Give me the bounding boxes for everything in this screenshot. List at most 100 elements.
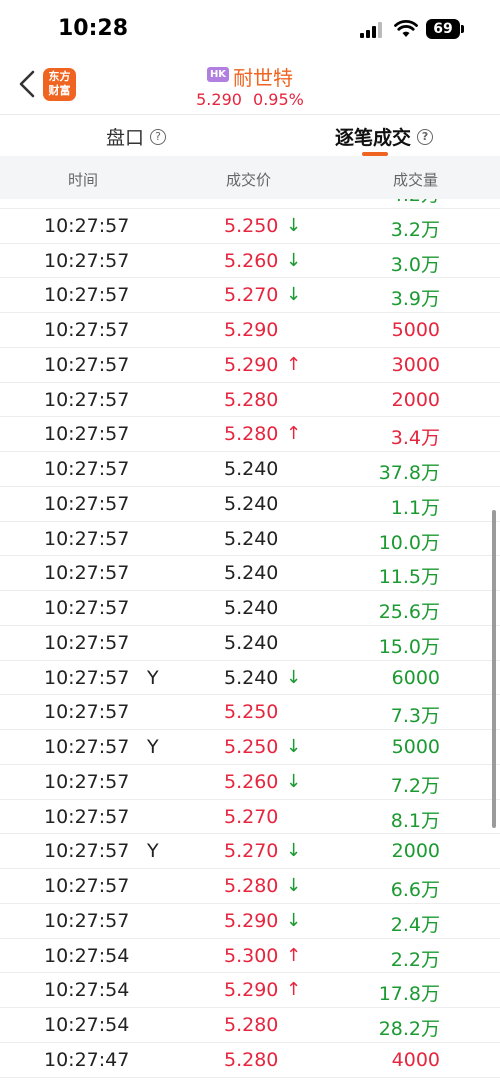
trade-time: 10:27:57 — [44, 388, 130, 411]
trade-time: 10:27:57 — [44, 319, 130, 341]
trade-price: 5.250 — [224, 701, 279, 724]
trade-row: 10:27:57 5.280 2000 — [0, 383, 500, 418]
column-header-time: 时间 — [68, 171, 99, 189]
trade-row: 10:27:57 Y 5.250 5000 ↓ — [0, 730, 500, 765]
arrow-down-icon: ↓ — [286, 666, 302, 688]
trade-row: 10:27:57 Y 5.270 2000 ↓ — [0, 834, 500, 869]
trade-flag: Y — [147, 736, 159, 758]
trade-row: 10:27:54 5.280 28.2万 — [0, 1008, 500, 1043]
arrow-down-icon: ↓ — [286, 284, 302, 306]
trade-price: 5.240 — [224, 597, 279, 619]
arrow-up-icon: ↑ — [286, 944, 302, 966]
trade-row: 10:27:54 5.300 2.2万 ↑ — [0, 939, 500, 974]
trade-row: 10:27:57 5.250 3.2万 ↓ — [0, 209, 500, 244]
trade-row: 10:27:47 5.280 4000 — [0, 1043, 500, 1078]
trade-list[interactable]: 10:27:575.2504.2万10:27:575.2503.2万↓10:27… — [0, 199, 500, 1083]
scrollbar[interactable] — [492, 510, 496, 828]
help-icon[interactable]: ? — [150, 128, 167, 145]
trade-flag: Y — [147, 666, 159, 689]
trade-time: 10:27:54 — [44, 944, 130, 967]
trade-volume: 2.4万 — [390, 913, 440, 936]
stock-quote: 5.290 0.95% — [0, 90, 500, 109]
trade-time: 10:27:57 — [44, 666, 130, 689]
trade-row: 10:27:57 5.240 25.6万 — [0, 591, 500, 626]
trade-row: 10:27:57 5.280 3.4万 ↑ — [0, 417, 500, 452]
tab-tick-trades[interactable]: 逐笔成交? — [335, 123, 434, 150]
trade-time: 10:27:57 — [44, 909, 130, 932]
arrow-down-icon: ↓ — [286, 249, 302, 271]
trade-time: 10:27:57 — [44, 562, 130, 585]
trade-row: 10:27:57 5.290 3000 ↑ — [0, 348, 500, 383]
arrow-down-icon: ↓ — [286, 736, 302, 757]
trade-price: 5.280 — [224, 388, 279, 411]
trade-row: 10:27:57 5.280 6.6万 ↓ — [0, 869, 500, 904]
trade-volume: 6000 — [391, 666, 440, 689]
trade-volume: 3.2万 — [390, 218, 440, 241]
trade-volume: 3000 — [391, 353, 440, 376]
stock-title: HK 耐世特 — [0, 62, 500, 91]
arrow-down-icon: ↓ — [286, 875, 302, 896]
stock-header: 东方 财富 HK 耐世特 5.290 0.95% — [0, 60, 500, 114]
trade-price: 5.240 — [224, 492, 279, 515]
trade-volume: 7.3万 — [390, 705, 440, 728]
trade-volume: 7.2万 — [390, 774, 440, 797]
trade-price: 5.290 — [224, 353, 279, 376]
arrow-down-icon: ↓ — [286, 909, 302, 931]
trade-volume: 2000 — [391, 840, 440, 863]
trade-price: 5.290 — [224, 979, 279, 1002]
trade-time: 10:27:47 — [44, 1048, 130, 1071]
trade-time: 10:27:57 — [44, 492, 130, 515]
arrow-up-icon: ↑ — [286, 353, 302, 375]
trade-price: 5.240 — [224, 527, 279, 550]
trade-row: 10:27:57 5.240 37.8万 — [0, 452, 500, 487]
trade-time: 10:27:57 — [44, 875, 130, 897]
trade-time: 10:27:54 — [44, 979, 130, 1002]
trade-volume: 8.1万 — [390, 809, 440, 832]
arrow-up-icon: ↑ — [286, 979, 302, 1001]
trade-row: 10:27:57 5.250 4.2万 — [0, 199, 500, 209]
trade-row: 10:27:57 5.290 2.4万 ↓ — [0, 904, 500, 939]
trade-time: 10:27:57 — [44, 805, 130, 828]
trade-volume: 15.0万 — [378, 635, 440, 658]
trade-volume: 3.9万 — [390, 288, 440, 311]
column-header-price: 成交价 — [226, 171, 272, 189]
arrow-up-icon: ↑ — [286, 423, 302, 445]
trade-price: 5.280 — [224, 1014, 279, 1036]
wifi-icon — [394, 20, 418, 37]
trade-row: 10:27:57 5.250 7.3万 — [0, 695, 500, 730]
help-icon[interactable]: ? — [417, 128, 434, 145]
trade-price: 5.260 — [224, 249, 279, 272]
trade-time: 10:27:57 — [44, 527, 130, 550]
column-header-volume: 成交量 — [393, 171, 439, 189]
trade-time: 10:27:57 — [44, 701, 130, 724]
trade-volume: 10.0万 — [378, 531, 440, 554]
trade-time: 10:27:57 — [44, 353, 130, 376]
trade-time: 10:27:57 — [44, 597, 130, 619]
arrow-down-icon: ↓ — [286, 770, 302, 792]
arrow-down-icon: ↓ — [286, 840, 302, 862]
status-time: 10:28 — [58, 16, 129, 41]
tab-order-book-label: 盘口 — [106, 127, 145, 149]
trade-price: 5.270 — [224, 805, 279, 828]
tab-order-book[interactable]: 盘口? — [106, 123, 167, 150]
trade-table-header: 时间 成交价 成交量 — [0, 156, 500, 199]
market-badge: HK — [206, 67, 230, 82]
trade-price: 5.290 — [224, 909, 279, 932]
trade-flag: Y — [147, 840, 159, 863]
tab-tick-trades-label: 逐笔成交 — [335, 127, 412, 149]
trade-time: 10:27:57 — [44, 770, 130, 793]
trade-row: 10:27:57 5.240 1.1万 — [0, 487, 500, 522]
trade-row: 10:27:57 5.260 3.0万 ↓ — [0, 244, 500, 279]
tab-bar: 盘口? 逐笔成交? — [0, 114, 500, 156]
trade-volume: 1.1万 — [390, 496, 440, 519]
trade-time: 10:27:57 — [44, 423, 130, 446]
trade-volume: 3.0万 — [390, 253, 440, 276]
trade-price: 5.240 — [224, 631, 279, 654]
trade-price: 5.280 — [224, 1048, 279, 1071]
trade-row: 10:27:57 Y 5.240 6000 ↓ — [0, 661, 500, 696]
arrow-down-icon: ↓ — [286, 214, 302, 236]
trade-time: 10:27:57 — [44, 284, 130, 307]
trade-price: 5.270 — [224, 840, 279, 863]
trade-time: 10:27:57 — [44, 840, 130, 863]
trade-volume: 25.6万 — [378, 601, 440, 623]
